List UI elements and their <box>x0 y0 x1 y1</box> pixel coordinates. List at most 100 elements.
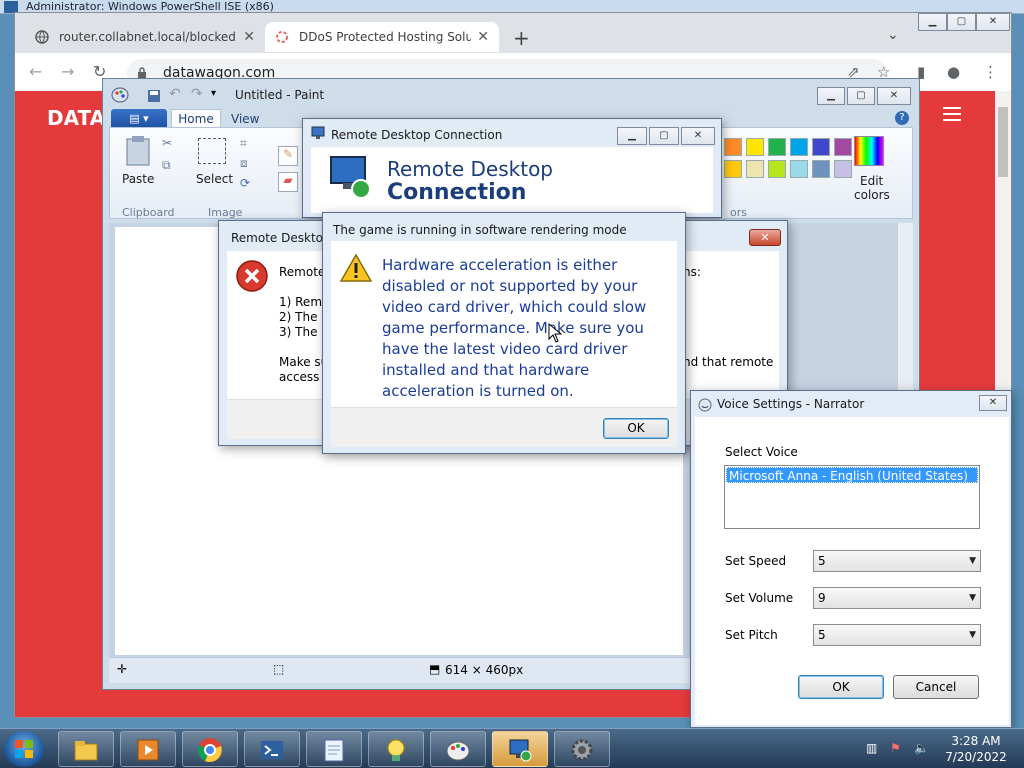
minimize-button[interactable]: ▁ <box>617 127 647 145</box>
maximize-button[interactable]: ▢ <box>649 127 679 145</box>
voice-list-item[interactable]: Microsoft Anna - English (United States) <box>726 467 978 483</box>
maximize-button[interactable]: ▢ <box>947 13 976 31</box>
rdc-monitor-icon <box>330 156 371 199</box>
chevron-down-icon[interactable]: ⌄ <box>887 27 899 43</box>
volume-value: 9 <box>818 591 826 605</box>
colors-group-label: ors <box>730 206 747 219</box>
color-swatch[interactable] <box>790 160 808 178</box>
narrator-icon <box>698 398 712 412</box>
pitch-select[interactable]: 5 ▼ <box>813 624 981 646</box>
cancel-button[interactable]: Cancel <box>893 675 979 699</box>
network-icon[interactable]: ▥ <box>866 741 877 755</box>
close-button[interactable]: ✕ <box>979 395 1007 411</box>
folder-icon <box>74 741 98 761</box>
action-center-icon[interactable]: ⚑ <box>890 741 901 755</box>
canvas-size-icon: ⬒ <box>429 662 441 676</box>
windows-logo-icon <box>15 740 33 758</box>
taskbar-notepad[interactable] <box>306 731 362 767</box>
new-tab-icon[interactable]: + <box>513 26 530 50</box>
copy-icon[interactable]: ⧉ <box>162 158 171 173</box>
site-logo[interactable]: DATA <box>47 106 105 130</box>
save-icon[interactable] <box>147 89 161 103</box>
tab-close-icon[interactable]: ✕ <box>477 29 489 45</box>
color-swatch[interactable] <box>746 160 764 178</box>
start-button[interactable] <box>4 731 44 767</box>
pitch-value: 5 <box>818 628 826 642</box>
color-swatch[interactable] <box>790 138 808 156</box>
color-swatch[interactable] <box>746 138 764 156</box>
color-swatch[interactable] <box>812 160 830 178</box>
tab-home[interactable]: Home <box>171 109 221 129</box>
paint-menu-button[interactable]: ▤ ▾ <box>111 109 167 129</box>
taskbar-settings[interactable] <box>554 731 610 767</box>
spinner-icon <box>276 31 288 43</box>
taskbar-chrome[interactable] <box>182 731 238 767</box>
help-icon[interactable]: ? <box>895 111 909 125</box>
maximize-button[interactable]: ▢ <box>847 87 875 105</box>
edit-colors-label[interactable]: Edit <box>860 174 883 188</box>
rotate-icon[interactable]: ⟳ <box>240 176 250 190</box>
taskbar-powershell[interactable] <box>244 731 300 767</box>
paste-button[interactable]: Paste <box>122 172 154 186</box>
image-group-label: Image <box>208 206 243 219</box>
cut-icon[interactable]: ✂ <box>162 136 172 150</box>
scroll-thumb[interactable] <box>998 107 1008 177</box>
tab-blocked[interactable]: router.collabnet.local/blocked.ph ✕ <box>25 22 265 52</box>
taskbar-explorer[interactable] <box>58 731 114 767</box>
crop-icon[interactable]: ⌗ <box>240 136 247 151</box>
ok-button[interactable]: OK <box>798 675 884 699</box>
close-button[interactable]: ✕ <box>877 87 911 105</box>
error-intro: Remote <box>279 265 326 279</box>
volume-select[interactable]: 9 ▼ <box>813 587 981 609</box>
taskbar-remote-desktop[interactable] <box>492 731 548 767</box>
color-swatch[interactable] <box>724 160 742 178</box>
select-icon <box>198 138 226 164</box>
chevron-down-icon: ▼ <box>969 593 976 603</box>
minimize-button[interactable]: ▁ <box>817 87 845 105</box>
hamburger-icon[interactable] <box>943 107 961 121</box>
ok-button[interactable]: OK <box>603 418 669 439</box>
tab-close-icon[interactable]: ✕ <box>243 29 255 45</box>
globe-icon <box>35 30 49 44</box>
taskbar-paint[interactable] <box>430 731 486 767</box>
tab-view[interactable]: View <box>231 112 259 126</box>
error-icon <box>236 260 268 292</box>
taskbar: ▥ ⚑ 🔈 3:28 AM 7/20/2022 <box>0 728 1024 768</box>
close-button[interactable]: ✕ <box>749 229 781 246</box>
close-button[interactable]: ✕ <box>681 127 715 145</box>
tab-title: DDoS Protected Hosting Solution <box>299 30 472 44</box>
voice-listbox[interactable]: Microsoft Anna - English (United States) <box>724 465 980 529</box>
select-button[interactable]: Select <box>196 172 233 186</box>
back-icon[interactable]: ← <box>29 62 42 81</box>
quick-access-dropdown-icon[interactable]: ▾ <box>211 88 216 99</box>
edit-colors-label[interactable]: colors <box>854 188 890 202</box>
undo-icon[interactable]: ↶ <box>169 86 181 102</box>
rdc-small-icon <box>311 126 325 139</box>
forward-icon[interactable]: → <box>61 62 74 81</box>
menu-icon[interactable]: ⋮ <box>983 63 998 81</box>
taskbar-narrator[interactable] <box>368 731 424 767</box>
speed-select[interactable]: 5 ▼ <box>813 550 981 572</box>
color-swatch[interactable] <box>724 138 742 156</box>
chrome-icon <box>197 738 222 762</box>
tab-ddos[interactable]: DDoS Protected Hosting Solution ✕ <box>265 22 499 52</box>
chevron-down-icon: ▼ <box>969 630 976 640</box>
media-player-icon <box>137 739 159 761</box>
volume-icon[interactable]: 🔈 <box>914 741 929 755</box>
color-swatch[interactable] <box>768 160 786 178</box>
eraser-icon[interactable]: ▰ <box>278 172 298 192</box>
color-swatch[interactable] <box>834 160 852 178</box>
system-clock[interactable]: 3:28 AM 7/20/2022 <box>940 733 1012 765</box>
color-swatch[interactable] <box>768 138 786 156</box>
pencil-icon[interactable]: ✎ <box>278 146 298 166</box>
color-swatch[interactable] <box>834 138 852 156</box>
redo-icon[interactable]: ↷ <box>191 86 203 102</box>
close-button[interactable]: ✕ <box>976 13 1010 31</box>
taskbar-media-player[interactable] <box>120 731 176 767</box>
profile-icon[interactable]: ● <box>947 63 960 81</box>
rdc-heading-line1: Remote Desktop <box>387 157 554 181</box>
resize-icon[interactable]: ⧈ <box>240 156 248 171</box>
minimize-button[interactable]: ▁ <box>918 13 947 31</box>
powershell-icon <box>261 741 283 759</box>
color-swatch[interactable] <box>812 138 830 156</box>
